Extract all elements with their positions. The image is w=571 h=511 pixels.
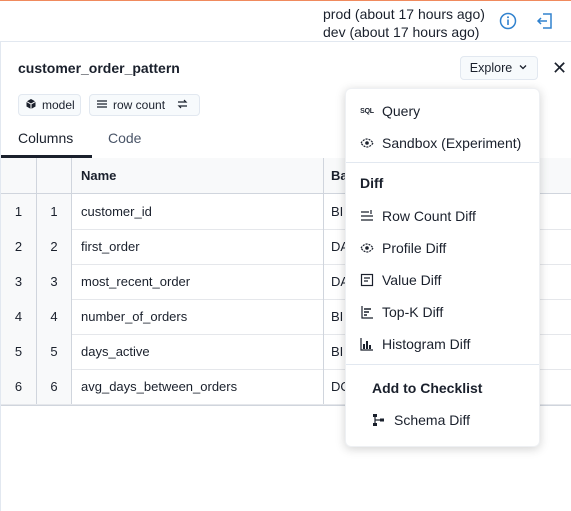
- row-index: 2: [1, 229, 37, 264]
- env-prod-label: prod (about 17 hours ago): [323, 6, 485, 22]
- model-tag-label: model: [42, 98, 75, 112]
- column-position: 3: [37, 264, 72, 299]
- schema-icon: [372, 413, 386, 427]
- row-index: 5: [1, 334, 37, 369]
- column-name: number_of_orders: [81, 309, 188, 324]
- refresh-icon[interactable]: [176, 98, 189, 113]
- menu-item-profile-diff[interactable]: Profile Diff: [346, 234, 539, 262]
- sql-icon: SQL: [360, 107, 374, 115]
- menu-item-row-count-diff[interactable]: Row Count Diff: [346, 202, 539, 230]
- tab-columns[interactable]: Columns: [18, 130, 73, 146]
- tab-code[interactable]: Code: [108, 130, 141, 146]
- explore-button[interactable]: Explore: [460, 56, 538, 80]
- column-name: avg_days_between_orders: [81, 379, 238, 394]
- menu-group-checklist: Add to Checklist: [372, 380, 483, 396]
- exit-icon[interactable]: [535, 11, 555, 31]
- menu-item-sandbox[interactable]: Sandbox (Experiment): [346, 129, 539, 157]
- menu-item-value-diff[interactable]: Value Diff: [346, 266, 539, 294]
- column-name: first_order: [81, 239, 140, 254]
- menu-divider: [346, 162, 539, 163]
- column-name: most_recent_order: [81, 274, 191, 289]
- column-position: 2: [37, 229, 72, 264]
- top-bar: prod (about 17 hours ago) dev (about 17 …: [0, 1, 571, 42]
- chevron-down-icon: [518, 61, 528, 75]
- menu-item-query[interactable]: SQL Query: [346, 97, 539, 125]
- eye-dashed-icon: [360, 136, 374, 150]
- close-icon[interactable]: ✕: [552, 59, 567, 77]
- row-index: 1: [1, 194, 37, 229]
- column-position: 6: [37, 369, 72, 404]
- menu-item-schema-diff[interactable]: Schema Diff: [358, 406, 551, 434]
- column-position: 1: [37, 194, 72, 229]
- row-index: 6: [1, 369, 37, 404]
- model-tag: model: [18, 94, 81, 116]
- column-name: customer_id: [81, 204, 152, 219]
- column-name: days_active: [81, 344, 150, 359]
- row-count-tag-label: row count: [113, 98, 166, 112]
- column-position: 4: [37, 299, 72, 334]
- row-index: 4: [1, 299, 37, 334]
- bar-list-icon: [360, 305, 374, 319]
- page-title: customer_order_pattern: [18, 60, 180, 76]
- info-icon[interactable]: [498, 11, 518, 31]
- column-position: 5: [37, 334, 72, 369]
- menu-item-histogram-diff[interactable]: Histogram Diff: [346, 330, 539, 358]
- explore-label: Explore: [469, 61, 513, 75]
- cube-icon: [25, 98, 37, 113]
- menu-item-topk-diff[interactable]: Top-K Diff: [346, 298, 539, 326]
- histogram-icon: [360, 337, 374, 351]
- menu-divider: [346, 364, 539, 365]
- explore-dropdown-menu: SQL Query Sandbox (Experiment) Diff Row …: [345, 88, 540, 447]
- row-count-tag[interactable]: row count: [89, 94, 200, 116]
- list-icon: [360, 209, 374, 223]
- row-index: 3: [1, 264, 37, 299]
- header-name[interactable]: Name: [72, 158, 324, 193]
- eye-dashed-icon: [360, 241, 374, 255]
- list-icon: [96, 98, 108, 113]
- table-icon: [360, 273, 374, 287]
- menu-group-diff: Diff: [360, 175, 384, 191]
- env-dev-label: dev (about 17 hours ago): [323, 24, 480, 40]
